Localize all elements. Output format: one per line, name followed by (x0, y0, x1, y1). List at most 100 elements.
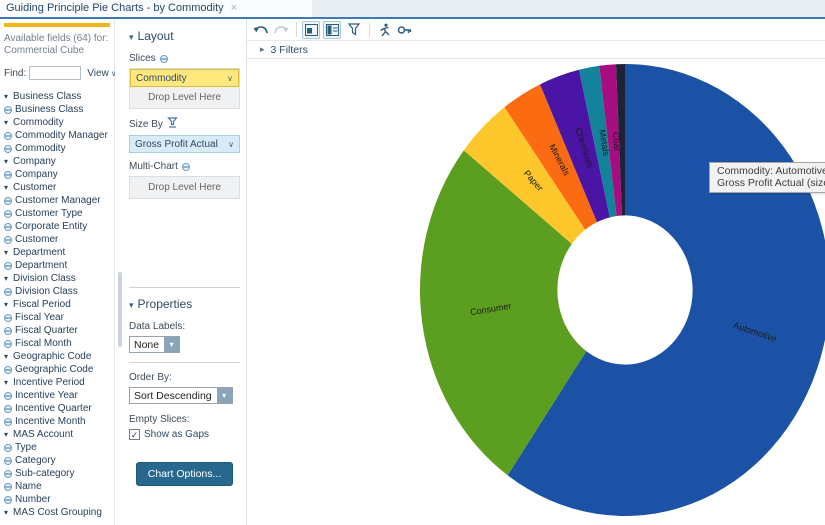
field-group[interactable]: ▾ MAS Cost Grouping (4, 506, 114, 519)
field-label: Category (15, 455, 56, 466)
field-icon (4, 482, 12, 491)
panel-layout-toggle-icon[interactable] (302, 20, 320, 39)
filter-funnel-icon[interactable] (344, 20, 364, 40)
order-by-select[interactable]: Sort Descending ▾ (129, 387, 233, 404)
multi-chart-label: Multi-Chart (129, 161, 240, 172)
field-item[interactable]: Incentive Year (4, 389, 114, 402)
field-group[interactable]: ▾ Division Class (4, 272, 114, 285)
field-icon (4, 287, 12, 296)
field-item[interactable]: Incentive Quarter (4, 402, 114, 415)
field-item[interactable]: Commodity Manager (4, 129, 114, 142)
field-item[interactable]: Company (4, 168, 114, 181)
key-icon[interactable] (395, 20, 415, 40)
view-dropdown[interactable]: View ∨ (87, 68, 116, 79)
field-item[interactable]: Department (4, 259, 114, 272)
tree-caret-icon[interactable]: ▾ (4, 118, 13, 127)
data-labels-select[interactable]: None ▾ (129, 336, 181, 353)
field-item[interactable]: Name (4, 480, 114, 493)
field-label: Number (15, 494, 51, 505)
field-item[interactable]: Division Class (4, 285, 114, 298)
tab-active[interactable]: Guiding Principle Pie Charts - by Commod… (0, 0, 246, 17)
tree-caret-icon[interactable]: ▾ (4, 352, 13, 361)
chart-options-button[interactable]: Chart Options... (135, 462, 234, 486)
field-item[interactable]: Customer (4, 233, 114, 246)
field-group[interactable]: ▾ Company (4, 155, 114, 168)
field-icon (4, 131, 12, 140)
field-item[interactable]: Business Class (4, 103, 114, 116)
field-label: Customer Manager (15, 195, 101, 206)
field-item[interactable]: Fiscal Year (4, 311, 114, 324)
field-label: Division Class (15, 286, 78, 297)
field-icon (4, 144, 12, 153)
scrollbar-thumb[interactable] (118, 272, 122, 347)
empty-slices-label: Empty Slices: (129, 414, 190, 425)
field-item[interactable]: Type (4, 441, 114, 454)
tab-close-icon[interactable]: × (231, 2, 237, 14)
table-panel-toggle-icon[interactable] (323, 20, 341, 39)
field-group[interactable]: ▾ Fiscal Period (4, 298, 114, 311)
size-by-label: Size By (129, 117, 240, 131)
field-label: Commodity (15, 143, 66, 154)
chevron-down-icon: ▾ (164, 337, 180, 352)
field-item[interactable]: Customer Manager (4, 194, 114, 207)
layout-section-title[interactable]: ▾ Layout (129, 29, 240, 43)
order-by-label: Order By: (129, 372, 172, 383)
toolbar-separator (369, 22, 370, 37)
redo-icon[interactable] (271, 20, 291, 40)
field-group[interactable]: ▾ Commodity (4, 116, 114, 129)
undo-icon[interactable] (251, 20, 271, 40)
find-input[interactable] (29, 66, 82, 80)
field-icon (4, 313, 12, 322)
chevron-down-icon: ▾ (216, 388, 232, 403)
field-group[interactable]: ▾ Incentive Period (4, 376, 114, 389)
tree-caret-icon[interactable]: ▾ (4, 183, 13, 192)
view-dropdown-label: View (87, 67, 109, 79)
field-item[interactable]: Customer Type (4, 207, 114, 220)
field-group[interactable]: ▾ Business Class (4, 90, 114, 103)
field-label: Incentive Period (13, 377, 85, 388)
field-item[interactable]: Fiscal Quarter (4, 324, 114, 337)
field-group[interactable]: ▾ Customer (4, 181, 114, 194)
tree-caret-icon[interactable]: ▾ (4, 378, 13, 387)
field-icon (4, 326, 12, 335)
chart-toolbar (247, 19, 825, 41)
globe-icon (181, 162, 190, 171)
size-by-select[interactable]: Gross Profit Actual ∨ (129, 135, 240, 153)
field-item[interactable]: Number (4, 493, 114, 506)
tree-caret-icon[interactable]: ▾ (4, 508, 13, 517)
field-label: MAS Account (13, 429, 74, 440)
field-item[interactable]: Geographic Code (4, 363, 114, 376)
field-group[interactable]: ▾ Department (4, 246, 114, 259)
field-icon (4, 469, 12, 478)
field-label: Business Class (13, 91, 82, 102)
field-label: Incentive Month (15, 416, 86, 427)
field-item[interactable]: Corporate Entity (4, 220, 114, 233)
tree-caret-icon[interactable]: ▾ (4, 430, 13, 439)
field-label: Department (15, 260, 68, 271)
tree-caret-icon[interactable]: ▾ (4, 157, 13, 166)
field-item[interactable]: Incentive Month (4, 415, 114, 428)
filters-expander[interactable]: ▸ 3 Filters (247, 41, 825, 59)
properties-section-title[interactable]: ▾ Properties (129, 297, 240, 311)
field-group[interactable]: ▾ MAS Account (4, 428, 114, 441)
tab-strip (312, 0, 825, 17)
field-item[interactable]: Category (4, 454, 114, 467)
tree-caret-icon[interactable]: ▾ (4, 300, 13, 309)
find-row: Find: View ∨ (4, 66, 117, 80)
field-group[interactable]: ▾ Geographic Code (4, 350, 114, 363)
tab-title: Guiding Principle Pie Charts - by Commod… (6, 2, 224, 14)
field-label: Geographic Code (13, 351, 92, 362)
runner-icon[interactable] (375, 20, 395, 40)
field-item[interactable]: Sub-category (4, 467, 114, 480)
slices-drop-zone[interactable]: Drop Level Here (130, 87, 239, 108)
slices-select[interactable]: Commodity ∨ (130, 69, 239, 87)
tree-caret-icon[interactable]: ▾ (4, 248, 13, 257)
multi-chart-drop-zone[interactable]: Drop Level Here (129, 176, 240, 199)
empty-slices-row: ✓ Show as Gaps (129, 429, 240, 440)
tree-caret-icon[interactable]: ▾ (4, 92, 13, 101)
field-item[interactable]: Fiscal Month (4, 337, 114, 350)
show-as-gaps-checkbox[interactable]: ✓ (129, 429, 140, 440)
tree-caret-icon[interactable]: ▾ (4, 274, 13, 283)
field-item[interactable]: Commodity (4, 142, 114, 155)
field-label: Fiscal Month (15, 338, 72, 349)
